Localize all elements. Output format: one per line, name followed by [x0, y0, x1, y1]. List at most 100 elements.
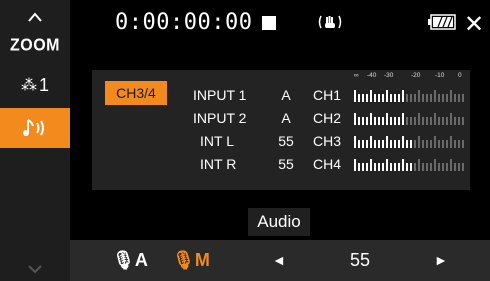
meter-tick [394, 117, 396, 125]
meter-tick [438, 163, 440, 171]
mic-manual-button[interactable]: 🎙M [172, 240, 210, 281]
meter-tick [426, 94, 428, 102]
meter-tick [446, 94, 448, 102]
scale-label: ∞ [354, 72, 359, 79]
input-label: INT R [200, 156, 237, 172]
meter-tick [410, 140, 412, 148]
meter-tick [398, 140, 400, 148]
meter-tick [386, 90, 388, 102]
zoom-label: ZOOM [10, 36, 60, 55]
level-meter [354, 113, 464, 125]
meter-tick [446, 140, 448, 148]
meter-tick [414, 94, 416, 102]
meter-tick [378, 140, 380, 148]
level-increase-button[interactable]: ► [434, 240, 448, 281]
audio-note-icon [23, 119, 44, 136]
meter-tick [358, 140, 360, 148]
meter-tick [434, 113, 436, 125]
meter-tick [406, 140, 408, 148]
meter-tick [438, 140, 440, 148]
meter-tick [462, 117, 464, 125]
meter-tick [462, 163, 464, 171]
meter-tick [390, 94, 392, 102]
meter-tick [402, 90, 404, 102]
input-level: 55 [278, 133, 294, 149]
meter-tick [358, 163, 360, 171]
channel-label: CH3 [313, 133, 342, 149]
meter-tick [398, 94, 400, 102]
meter-tick [378, 94, 380, 102]
meter-tick [382, 140, 384, 148]
input-label: INPUT 2 [193, 110, 247, 126]
meter-tick [386, 159, 388, 171]
effect-button[interactable]: ⁂ 1 [0, 70, 70, 100]
meter-tick [422, 163, 424, 171]
meter-tick [354, 159, 356, 171]
meter-tick [442, 117, 444, 125]
meter-tick [402, 159, 404, 171]
close-button[interactable]: ✕ [459, 10, 489, 40]
meter-tick [422, 117, 424, 125]
meter-tick [430, 140, 432, 148]
meter-tick [454, 140, 456, 148]
mic-auto-button[interactable]: 🎙A [112, 240, 148, 281]
meter-tick [362, 94, 364, 102]
meter-tick [458, 117, 460, 125]
meter-tick [454, 94, 456, 102]
meter-tick [458, 163, 460, 171]
meter-tick [422, 94, 424, 102]
meter-tick [386, 113, 388, 125]
chevron-up-icon [28, 12, 42, 22]
meter-tick [390, 163, 392, 171]
input-level: A [281, 110, 291, 126]
meter-tick [354, 136, 356, 148]
meter-tick [458, 94, 460, 102]
timecode: 0:00:00:00 [115, 10, 253, 35]
chevron-down-icon [28, 264, 42, 273]
meter-tick [450, 113, 452, 125]
scale-label: -20 [411, 72, 421, 79]
meter-tick [382, 94, 384, 102]
meter-tick [374, 117, 376, 125]
meter-tick [454, 163, 456, 171]
meter-tick [418, 136, 420, 148]
channel-toggle-button[interactable]: CH3/4 [105, 81, 167, 105]
meter-tick [398, 163, 400, 171]
meter-tick [366, 163, 368, 171]
meter-tick [454, 117, 456, 125]
meter-tick [390, 117, 392, 125]
meter-tick [362, 140, 364, 148]
meter-tick [438, 94, 440, 102]
meter-tick [358, 94, 360, 102]
meter-tick [390, 140, 392, 148]
meter-tick [354, 90, 356, 102]
meter-tick [462, 140, 464, 148]
meter-tick [374, 94, 376, 102]
meter-tick [426, 163, 428, 171]
level-meter [354, 90, 464, 102]
channel-label: CH2 [313, 110, 342, 126]
meter-tick [438, 117, 440, 125]
zoom-down-button[interactable] [0, 256, 70, 281]
meter-tick [418, 113, 420, 125]
mic-auto-label: A [134, 250, 148, 270]
meter-tick [398, 117, 400, 125]
audio-menu-button[interactable] [0, 108, 70, 148]
meter-tick [374, 140, 376, 148]
menu-caption: Audio [248, 208, 310, 236]
meter-tick [406, 117, 408, 125]
meter-tick [378, 163, 380, 171]
level-decrease-button[interactable]: ◄ [272, 240, 286, 281]
zoom-up-button[interactable] [0, 2, 70, 32]
scale-label: -10 [435, 72, 445, 79]
meter-tick [370, 136, 372, 148]
meter-tick [382, 163, 384, 171]
meter-tick [442, 140, 444, 148]
meter-tick [402, 136, 404, 148]
meter-tick [370, 113, 372, 125]
meter-tick [354, 113, 356, 125]
meter-tick [450, 159, 452, 171]
meter-tick [362, 163, 364, 171]
meter-tick [366, 140, 368, 148]
meter-tick [450, 136, 452, 148]
